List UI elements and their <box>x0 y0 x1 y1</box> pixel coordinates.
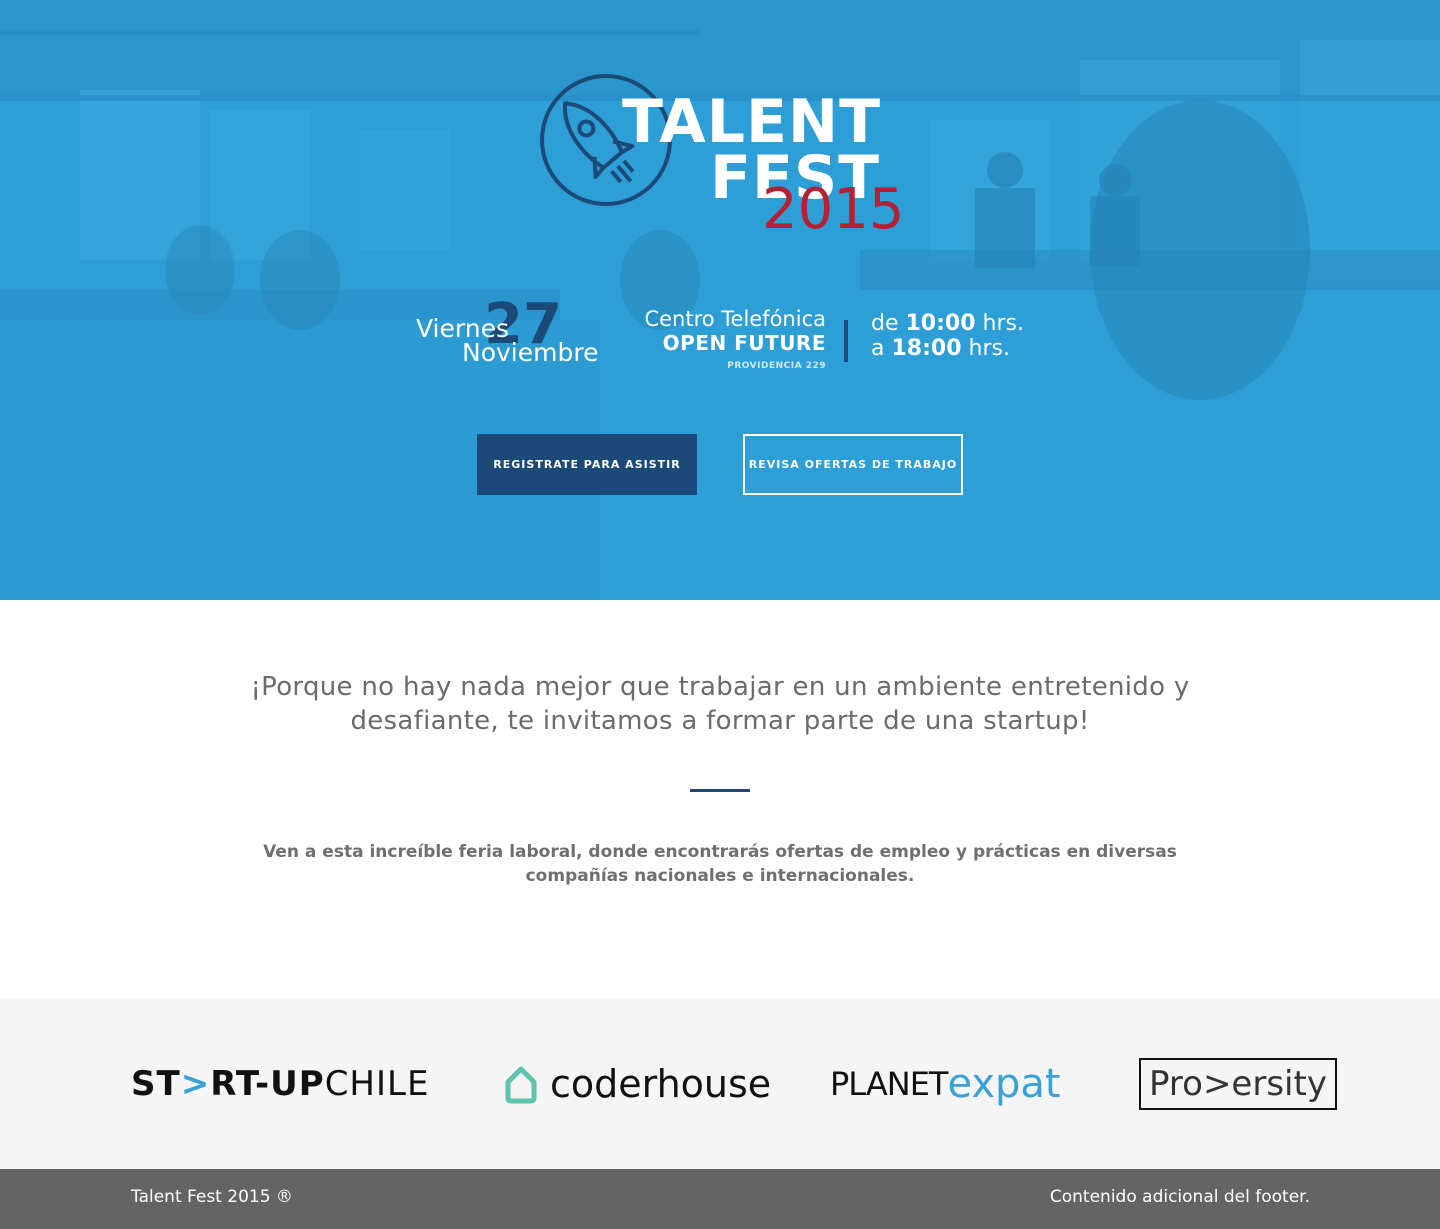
event-venue: Centro Telefónica OPEN FUTURE PROVIDENCI… <box>600 307 826 373</box>
talent-fest-logo: TALENT FEST 2015 <box>536 70 916 245</box>
hours-to: a 18:00 hrs. <box>871 336 1024 361</box>
startup-logo-part-1: ST <box>131 1064 181 1104</box>
footer-additional-content: Contenido adicional del footer. <box>1049 1187 1310 1207</box>
hours-from-suffix: hrs. <box>975 311 1024 336</box>
event-month: Noviembre <box>462 338 599 367</box>
proversity-logo[interactable]: Pro>ersity <box>1139 999 1337 1169</box>
event-divider <box>844 320 848 362</box>
intro-lead-text: ¡Porque no hay nada mejor que trabajar e… <box>250 672 1190 736</box>
sponsors-section: ST > RT-UP CHILE coderhouse PLANET expat Pro… <box>0 999 1440 1169</box>
intro-section: ¡Porque no hay nada mejor que trabajar e… <box>0 600 1440 999</box>
coderhouse-text: coderhouse <box>550 1062 772 1106</box>
event-info: 27 Viernes Noviembre Centro Telefónica O… <box>0 295 1440 385</box>
startup-chile-logo[interactable]: ST > RT-UP CHILE <box>131 999 429 1169</box>
hours-to-suffix: hrs. <box>961 336 1010 361</box>
register-button[interactable]: REGISTRATE PARA ASISTIR <box>477 434 697 495</box>
logo-year-text: 2015 <box>762 177 905 242</box>
footer: Talent Fest 2015 ® Contenido adicional d… <box>0 1169 1440 1229</box>
footer-copyright: Talent Fest 2015 ® <box>131 1187 293 1207</box>
intro-divider <box>690 789 750 792</box>
hours-to-time: 18:00 <box>891 336 962 361</box>
coderhouse-logo[interactable]: coderhouse <box>504 999 771 1169</box>
startup-logo-arrow: > <box>180 1064 211 1104</box>
startup-logo-part-3: CHILE <box>324 1064 430 1104</box>
hours-to-prefix: a <box>871 336 892 361</box>
venue-address: PROVIDENCIA 229 <box>727 361 826 371</box>
expat-text: expat <box>947 1061 1061 1107</box>
hero-section: TALENT FEST 2015 27 Viernes Noviembre Ce… <box>0 0 1440 600</box>
venue-subtitle: OPEN FUTURE <box>662 331 826 355</box>
startup-logo-part-2: RT-UP <box>210 1064 325 1104</box>
proversity-text: Pro>ersity <box>1139 1058 1337 1110</box>
planet-text: PLANET <box>830 1065 948 1103</box>
hours-from: de 10:00 hrs. <box>871 311 1024 336</box>
hours-from-time: 10:00 <box>905 311 976 336</box>
intro-body-text: Ven a esta increíble feria laboral, dond… <box>263 842 1177 886</box>
house-icon <box>505 1066 537 1104</box>
event-hours: de 10:00 hrs. a 18:00 hrs. <box>871 311 1024 361</box>
hours-from-prefix: de <box>871 311 906 336</box>
job-offers-button[interactable]: REVISA OFERTAS DE TRABAJO <box>743 434 963 495</box>
planet-expat-logo[interactable]: PLANET expat <box>830 999 1061 1169</box>
venue-name: Centro Telefónica <box>644 307 826 331</box>
